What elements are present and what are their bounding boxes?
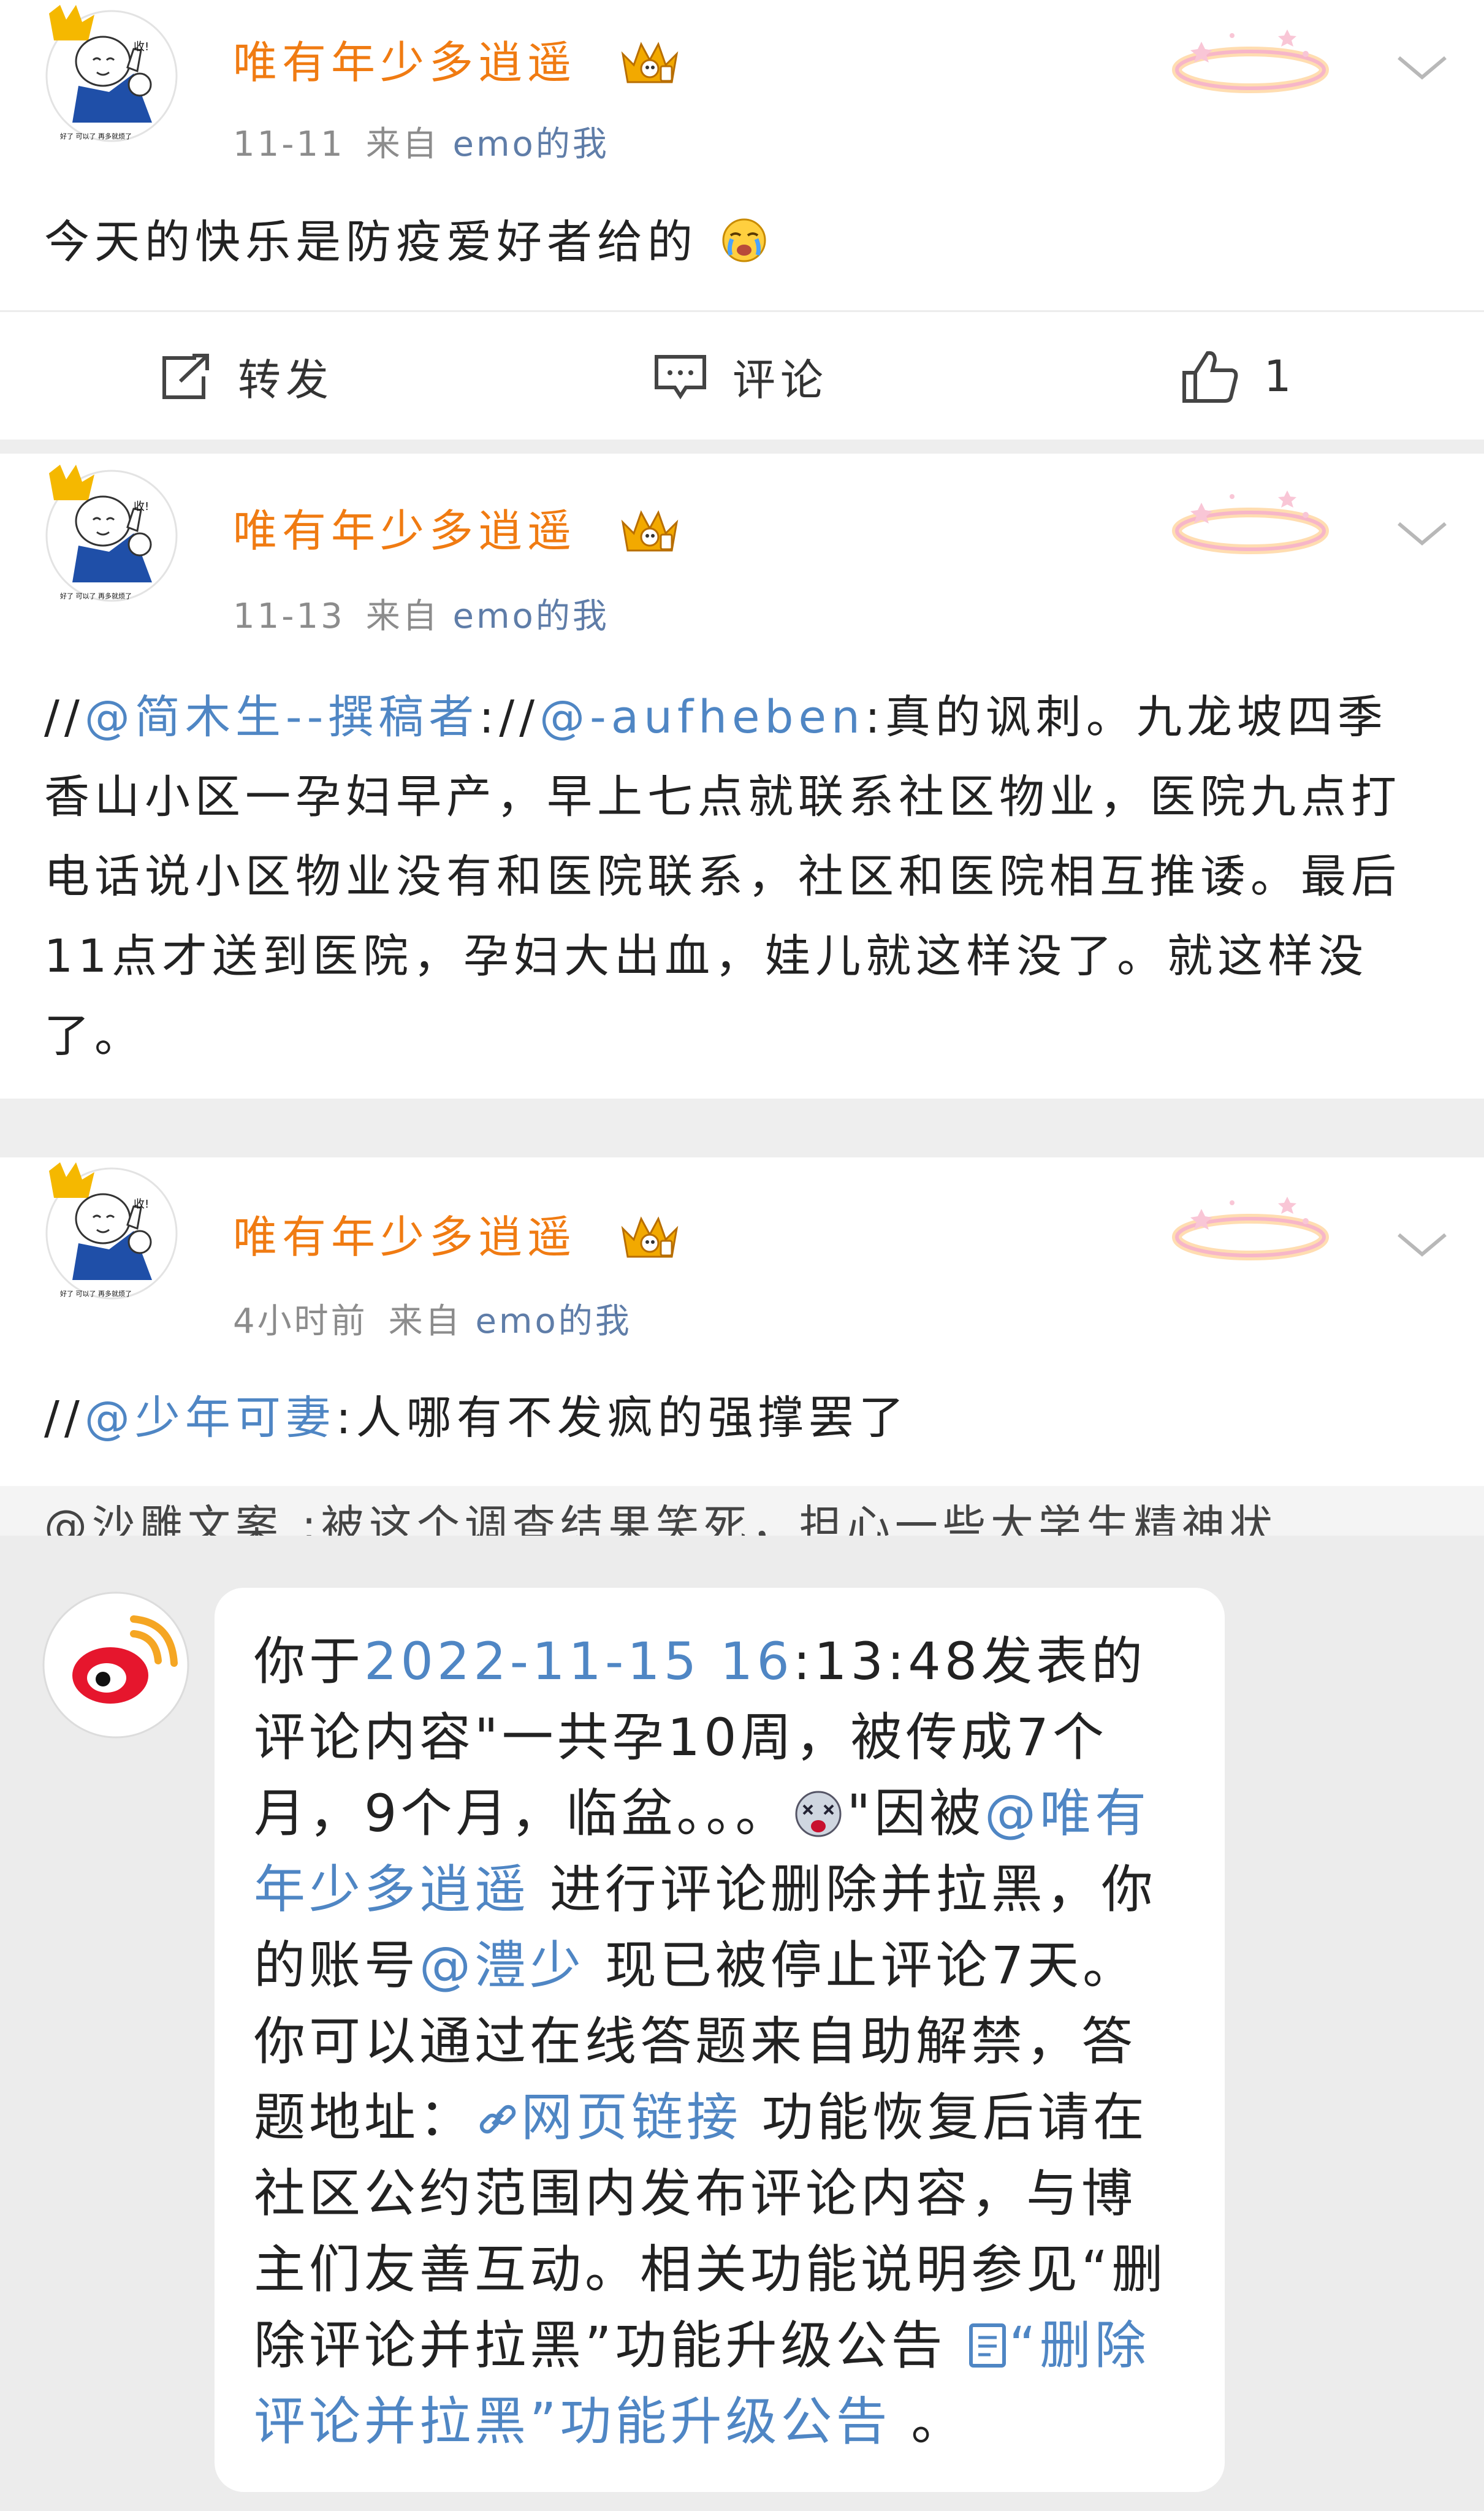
chevron-down-icon[interactable]	[1393, 49, 1452, 86]
svg-text:收!: 收!	[134, 40, 149, 53]
svg-text:收!: 收!	[134, 1198, 149, 1211]
svg-text:好了 可以了 再多就烦了: 好了 可以了 再多就烦了	[60, 592, 132, 600]
svg-text:收!: 收!	[134, 500, 149, 513]
repost-button[interactable]: 转发	[158, 312, 333, 440]
chevron-down-icon[interactable]	[1393, 1226, 1452, 1263]
comment-icon	[655, 355, 706, 400]
username[interactable]: 唯有年少多逍遥	[233, 509, 576, 553]
user-avatar[interactable]: 收! 好了 可以了 再多就烦了	[36, 0, 186, 145]
post-content: //@少年可妻:人哪有不发疯的强撑罢了	[44, 1392, 909, 1444]
source-prefix: 来自	[388, 1301, 462, 1341]
user-avatar[interactable]: 收! 好了 可以了 再多就烦了	[36, 460, 186, 604]
svg-text:好了 可以了 再多就烦了: 好了 可以了 再多就烦了	[60, 1289, 132, 1298]
post-card-3: 收! 好了 可以了 再多就烦了 唯有年少多逍遥 4小时前 来自 emo的我 //@…	[0, 1157, 1484, 1536]
post-actions: 转发 评论 1	[0, 310, 1484, 440]
svg-text:好了 可以了 再多就烦了: 好了 可以了 再多就烦了	[60, 132, 132, 140]
post-content: 今天的快乐是防疫爱好者给的	[44, 202, 771, 282]
thumbs-up-icon	[1182, 351, 1238, 403]
user-avatar[interactable]: 收! 好了 可以了 再多就烦了	[36, 1157, 186, 1302]
post-date: 11-13	[233, 596, 345, 636]
mention-link[interactable]: @简木生--撰稿者	[85, 691, 479, 744]
card-decoration	[1165, 1184, 1336, 1276]
crying-emoji	[722, 218, 766, 262]
quoted-post-preview[interactable]: @沙雕文案 :被这个调查结果笑死，担心一些大学生精神状	[0, 1486, 1484, 1536]
date-link[interactable]: 2022-11-15 16	[364, 1631, 793, 1691]
source-app[interactable]: emo的我	[453, 124, 609, 164]
post-meta: 11-11 来自 emo的我	[233, 128, 609, 162]
post-content: //@简木生--撰稿者://@-aufheben:真的讽刺。九龙坡四季香山小区一…	[44, 691, 1401, 1062]
mention-link[interactable]: @-aufheben	[539, 691, 865, 744]
source-prefix: 来自	[365, 596, 439, 636]
vip-crown-icon[interactable]	[618, 36, 682, 90]
vip-crown-icon[interactable]	[618, 1210, 682, 1264]
document-icon	[969, 2323, 1006, 2368]
post-card-2: 收! 好了 可以了 再多就烦了 唯有年少多逍遥 11-13 来自 emo的我 //…	[0, 454, 1484, 1099]
web-link[interactable]: 网页链接	[474, 2087, 742, 2147]
username[interactable]: 唯有年少多逍遥	[233, 40, 576, 85]
like-count: 1	[1264, 351, 1296, 402]
mention-link[interactable]: @少年可妻	[85, 1392, 336, 1444]
card-decoration	[1165, 478, 1336, 570]
mention-user-link[interactable]: @澧少	[419, 1935, 585, 1995]
dizzy-face-emoji	[795, 1791, 842, 1837]
source-app[interactable]: emo的我	[475, 1301, 631, 1341]
chevron-down-icon[interactable]	[1393, 515, 1452, 552]
notification-message-bubble: 你于2022-11-15 16:13:48发表的评论内容"一共孕10周，被传成7…	[215, 1588, 1225, 2492]
post-meta: 4小时前 来自 emo的我	[233, 1305, 632, 1339]
post-date: 4小时前	[233, 1301, 368, 1341]
source-app[interactable]: emo的我	[453, 596, 609, 636]
repost-icon	[162, 354, 209, 399]
weibo-logo-icon[interactable]	[42, 1591, 190, 1739]
vip-crown-icon[interactable]	[618, 504, 682, 558]
card-decoration	[1165, 17, 1336, 109]
post-card-1: 收! 好了 可以了 再多就烦了 唯有年少多逍遥 11-11 来自 emo的我 今天…	[0, 0, 1484, 440]
username[interactable]: 唯有年少多逍遥	[233, 1215, 576, 1259]
source-prefix: 来自	[365, 124, 439, 164]
link-icon	[479, 2105, 516, 2134]
post-date: 11-11	[233, 124, 345, 164]
comment-button[interactable]: 评论	[653, 312, 828, 440]
post-meta: 11-13 来自 emo的我	[233, 600, 609, 634]
like-button[interactable]: 1	[1181, 312, 1296, 440]
notification-text: 你于2022-11-15 16:13:48发表的评论内容"一共孕10周，被传成7…	[254, 1631, 1167, 2452]
